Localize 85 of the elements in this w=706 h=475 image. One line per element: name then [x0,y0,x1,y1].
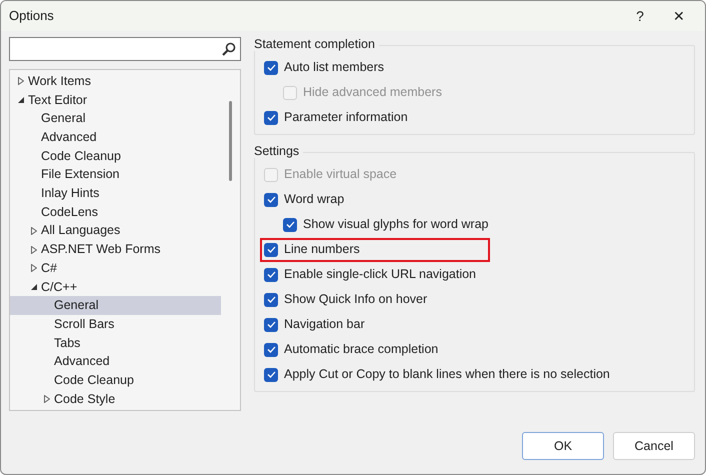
option-label: Enable virtual space [284,166,397,184]
expanded-arrow-icon[interactable] [31,284,37,290]
tree-item-label: General [54,297,98,314]
tree-item-label: C# [41,260,57,277]
check-icon [266,296,276,303]
collapsed-arrow-icon[interactable] [44,395,50,404]
option-label: Word wrap [284,191,344,208]
option-label: Apply Cut or Copy to blank lines when there is no selection [284,366,610,384]
checkbox[interactable] [264,342,278,356]
group-title: Settings [254,144,695,159]
tree-item[interactable]: C/C++ [10,278,221,296]
checkbox[interactable] [264,110,278,124]
checkbox[interactable] [283,218,297,232]
checkbox[interactable] [264,268,278,282]
tree-item[interactable]: Advanced [10,128,221,147]
check-icon [266,271,276,278]
option-label: Line numbers [284,241,360,258]
tree-item-label: CodeLens [41,204,98,221]
tree-item-label: Inlay Hints [41,185,100,202]
tree-item[interactable]: General [10,296,221,315]
option-label: Show visual glyphs for word wrap [303,216,488,234]
collapsed-arrow-icon[interactable] [31,264,37,272]
tree-item[interactable]: General [10,109,221,128]
tree-item[interactable]: Text Editor [10,90,221,110]
checkbox[interactable] [264,60,278,74]
help-button[interactable]: ? [625,3,655,29]
tree-item-label: ASP.NET Web Forms [41,241,160,258]
search-icon [222,42,236,56]
expanded-arrow-icon[interactable] [18,97,24,104]
check-icon [266,321,276,328]
option-label: Show Quick Info on hover [284,291,428,308]
tree-item-label: C/C++ [41,278,78,296]
option-label: Parameter information [284,109,408,126]
check-icon [266,64,276,71]
group-title: Statement completion [254,37,695,52]
tree-item[interactable]: CodeLens [10,202,221,222]
tree-item[interactable]: Tabs [10,334,221,352]
check-icon [266,114,276,121]
option-label: Enable single-click URL navigation [284,266,476,284]
tree-item[interactable]: Scroll Bars [10,314,221,334]
checkbox[interactable] [264,368,278,382]
tree-item-label: File Extension [41,166,120,184]
tree-item[interactable]: Code Style [10,390,221,408]
tree-item[interactable]: Advanced [10,352,221,371]
tree-item[interactable]: C# [10,258,221,278]
tree-item[interactable]: Code Cleanup [10,146,221,166]
tree-item[interactable]: Work Items [10,72,221,91]
dialog-button[interactable]: OK [522,432,604,460]
collapsed-arrow-icon[interactable] [31,246,37,254]
tree-item-label: Code Style [54,390,116,408]
check-icon [266,346,276,353]
tree-item-label: Code Cleanup [41,148,121,165]
checkbox[interactable] [264,242,278,256]
option-label: Navigation bar [284,316,365,334]
option-label: Auto list members [284,59,384,76]
option-label: Hide advanced members [303,84,442,102]
search-field[interactable] [9,37,241,61]
tree-item-label: Scroll Bars [54,316,114,333]
tree-item-label: Work Items [28,72,91,90]
tree-item[interactable]: All Languages [10,222,221,240]
window-title: Options [9,7,54,26]
scrollbar-thumb[interactable] [229,101,232,181]
check-icon [266,371,276,378]
tree-item-label: General [41,110,86,128]
tree-item[interactable]: Inlay Hints [10,184,221,203]
dialog-button[interactable]: Cancel [613,432,695,460]
check-icon [266,246,276,253]
option-label: Automatic brace completion [284,341,438,358]
tree-item-label: Tabs [54,334,80,352]
tree-item-label: All Languages [41,222,120,240]
tree-item[interactable]: Code Cleanup [10,371,221,390]
collapsed-arrow-icon[interactable] [31,226,37,235]
tree-item-label: Code Cleanup [54,372,134,389]
check-icon [266,196,276,203]
tree-item-label: Advanced [41,129,97,146]
tree-item[interactable]: ASP.NET Web Forms [10,240,221,259]
checkbox[interactable] [264,192,278,206]
checkbox[interactable] [264,318,278,332]
close-button[interactable]: ✕ [661,3,697,29]
collapsed-arrow-icon[interactable] [18,77,24,86]
checkbox[interactable] [264,292,278,306]
tree-item[interactable]: File Extension [10,165,221,184]
tree-item-label: Advanced [54,353,110,370]
check-icon [286,221,294,228]
tree-item-label: Text Editor [28,92,88,109]
